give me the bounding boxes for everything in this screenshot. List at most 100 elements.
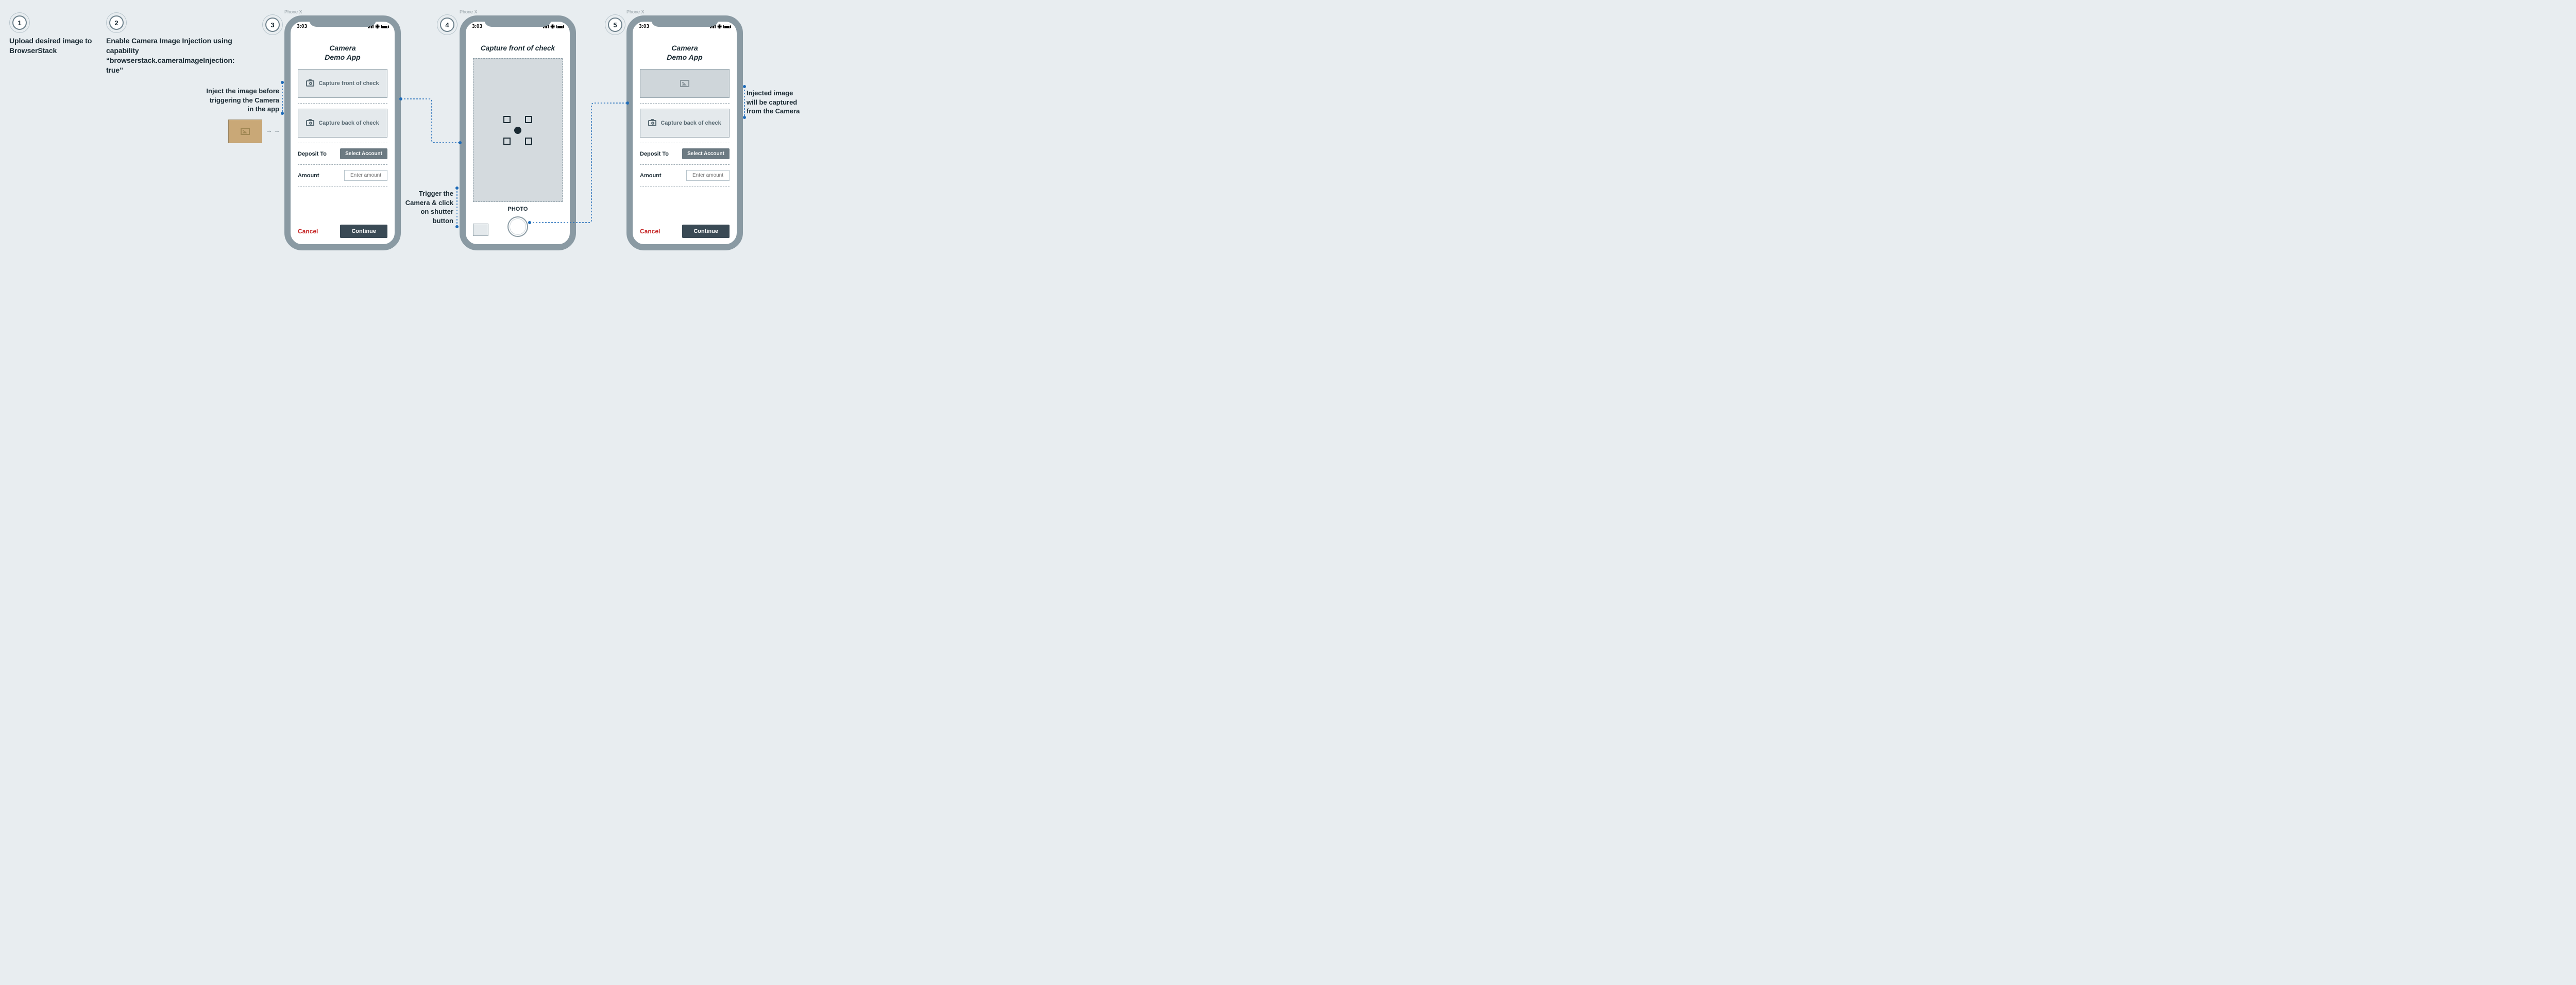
deposit-label: Deposit To xyxy=(298,151,327,157)
wifi-icon: ◉ xyxy=(375,24,380,29)
wifi-icon: ◉ xyxy=(550,24,555,29)
camera-icon xyxy=(306,120,314,126)
front-camera-dot xyxy=(698,18,700,20)
app-title-line1: Camera xyxy=(671,44,698,52)
divider xyxy=(640,164,730,165)
phone-mock-demo-app-1: 3:03 ◉ Camera Demo App Capture front of … xyxy=(284,15,401,250)
clock: 3:03 xyxy=(472,24,482,29)
camera-controls xyxy=(473,215,563,238)
front-camera-dot xyxy=(531,18,533,20)
clock: 3:03 xyxy=(639,24,649,29)
step-badge-4: 4 xyxy=(440,18,454,32)
status-bar: 3:03 ◉ xyxy=(633,24,737,29)
focus-brackets xyxy=(503,116,532,145)
capture-front-button[interactable]: Capture front of check xyxy=(298,69,387,98)
step-badge-2: 2 xyxy=(109,15,124,30)
front-camera-dot xyxy=(356,18,358,20)
status-bar: 3:03 ◉ xyxy=(466,24,570,29)
status-icons: ◉ xyxy=(710,24,731,29)
capture-back-label: Capture back of check xyxy=(660,120,721,126)
focus-dot-icon xyxy=(514,127,521,134)
step-2-text: Enable Camera Image Injection using capa… xyxy=(106,36,240,75)
wifi-icon: ◉ xyxy=(717,24,722,29)
deposit-row: Deposit To Select Account xyxy=(298,148,387,159)
image-icon xyxy=(680,80,689,87)
camera-screen: Capture front of check PHOTO xyxy=(466,34,570,244)
app-screen: Camera Demo App Capture back of check De… xyxy=(633,34,737,244)
inject-image-thumb xyxy=(228,120,262,143)
phone-model-label: Phone X xyxy=(626,9,645,14)
image-icon xyxy=(241,128,250,135)
gallery-thumbnail[interactable] xyxy=(473,224,488,236)
action-row: Cancel Continue xyxy=(298,225,387,238)
step-number: 2 xyxy=(114,19,118,27)
camera-viewfinder xyxy=(473,58,563,202)
deposit-label: Deposit To xyxy=(640,151,669,157)
connector-trigger xyxy=(454,188,460,227)
step-number: 4 xyxy=(445,21,449,29)
app-title-line1: Camera xyxy=(329,44,355,52)
speaker-slot xyxy=(334,19,351,20)
amount-input[interactable] xyxy=(686,170,730,181)
cellular-icon xyxy=(368,25,374,28)
amount-row: Amount xyxy=(298,170,387,181)
shutter-button[interactable] xyxy=(507,216,528,237)
step-number: 3 xyxy=(270,21,274,29)
continue-button[interactable]: Continue xyxy=(340,225,387,238)
select-account-button[interactable]: Select Account xyxy=(682,148,730,159)
cellular-icon xyxy=(543,25,549,28)
cellular-icon xyxy=(710,25,716,28)
status-icons: ◉ xyxy=(543,24,564,29)
battery-icon xyxy=(381,25,388,28)
status-icons: ◉ xyxy=(368,24,388,29)
photo-mode-label: PHOTO xyxy=(473,206,563,212)
app-title: Camera Demo App xyxy=(298,43,387,62)
connector-front-to-camera xyxy=(401,99,463,145)
app-screen: Camera Demo App Capture front of check C… xyxy=(291,34,395,244)
caption-trigger: Trigger the Camera & click on shutter bu… xyxy=(402,189,453,225)
battery-icon xyxy=(556,25,564,28)
clock: 3:03 xyxy=(297,24,307,29)
battery-icon xyxy=(723,25,731,28)
action-row: Cancel Continue xyxy=(640,225,730,238)
step-1-text: Upload desired image to BrowserStack xyxy=(9,36,107,56)
divider xyxy=(298,164,387,165)
caption-inject: Inject the image before triggering the C… xyxy=(202,87,279,114)
step-badge-3: 3 xyxy=(265,18,280,32)
capture-back-label: Capture back of check xyxy=(318,120,379,126)
caption-result: Injected image will be captured from the… xyxy=(747,89,801,116)
step-number: 1 xyxy=(18,19,21,27)
camera-icon xyxy=(306,80,314,87)
phone-mock-demo-app-2: 3:03 ◉ Camera Demo App Capture back of c… xyxy=(626,15,743,250)
app-title-line2: Demo App xyxy=(667,53,702,61)
speaker-slot xyxy=(509,19,527,20)
step-number: 5 xyxy=(613,21,617,29)
cancel-button[interactable]: Cancel xyxy=(640,228,660,235)
continue-button[interactable]: Continue xyxy=(682,225,730,238)
speaker-slot xyxy=(676,19,693,20)
camera-icon xyxy=(648,120,656,126)
capture-back-button[interactable]: Capture back of check xyxy=(640,109,730,138)
amount-input[interactable] xyxy=(344,170,387,181)
deposit-row: Deposit To Select Account xyxy=(640,148,730,159)
app-title: Camera Demo App xyxy=(640,43,730,62)
step-badge-1: 1 xyxy=(12,15,27,30)
phone-model-label: Phone X xyxy=(284,9,302,14)
divider xyxy=(298,103,387,104)
amount-label: Amount xyxy=(640,173,662,179)
capture-front-label: Capture front of check xyxy=(318,80,379,87)
camera-title: Capture front of check xyxy=(473,44,563,52)
step-badge-5: 5 xyxy=(608,18,622,32)
cancel-button[interactable]: Cancel xyxy=(298,228,318,235)
divider xyxy=(640,103,730,104)
app-title-line2: Demo App xyxy=(325,53,360,61)
select-account-button[interactable]: Select Account xyxy=(340,148,387,159)
phone-mock-camera: 3:03 ◉ Capture front of check PHOTO xyxy=(460,15,576,250)
amount-label: Amount xyxy=(298,173,319,179)
status-bar: 3:03 ◉ xyxy=(291,24,395,29)
arrow-icon: → → xyxy=(266,127,280,134)
captured-front-preview[interactable] xyxy=(640,69,730,98)
phone-model-label: Phone X xyxy=(460,9,478,14)
amount-row: Amount xyxy=(640,170,730,181)
capture-back-button[interactable]: Capture back of check xyxy=(298,109,387,138)
